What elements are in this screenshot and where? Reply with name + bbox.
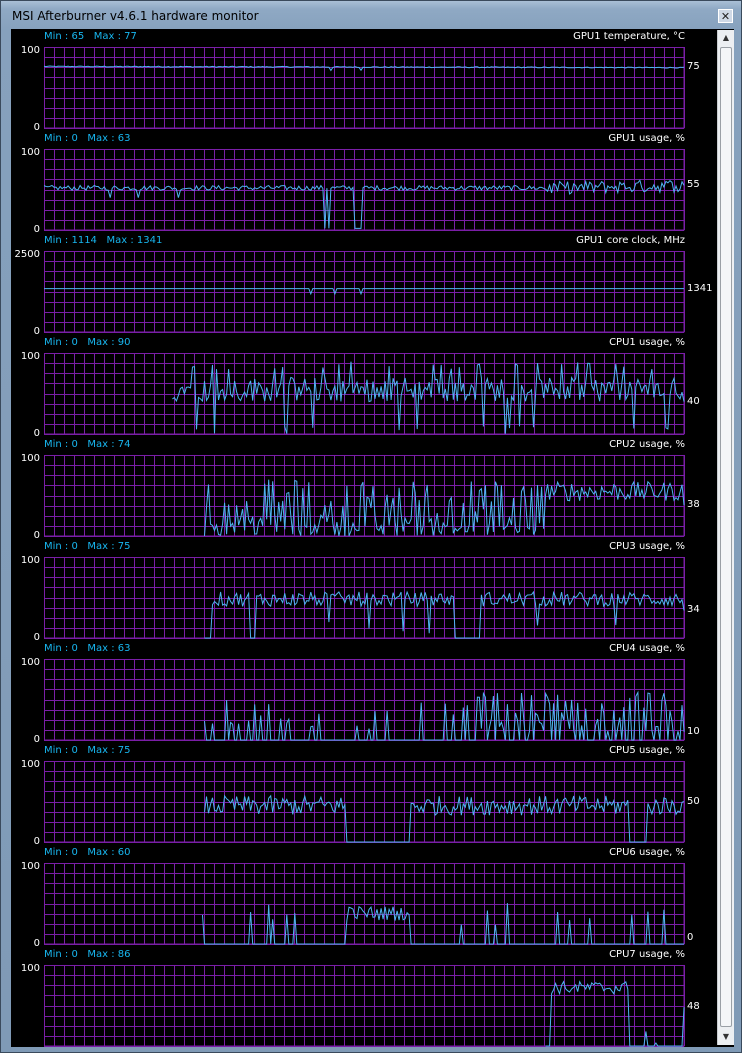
graph-min-max-label: Min : 0 Max : 86 (44, 949, 131, 960)
graph-y-max-label: 100 (20, 657, 40, 668)
graph-max-value: Max : 86 (87, 949, 131, 960)
graph-min-max-label: Min : 0 Max : 75 (44, 745, 131, 756)
graph-panel[interactable]: Min : 0 Max : 86CPU7 usage, %100048 (11, 948, 716, 1047)
graph-plot (44, 251, 685, 333)
graph-max-value: Max : 63 (87, 643, 131, 654)
monitor-client-area: Min : 65 Max : 77 GPU1 temperature, °C 100… (11, 29, 734, 1047)
graph-current-value: 55 (687, 179, 700, 191)
graph-min-value: Min : 0 (44, 847, 78, 858)
graph-current-value: 40 (687, 395, 700, 407)
graph-min-max-label: Min : 65 Max : 77 (44, 31, 137, 42)
graph-plot (44, 455, 685, 537)
title-bar[interactable]: MSI Afterburner v4.6.1 hardware monitor … (1, 1, 741, 29)
graph-title: CPU1 usage, % (609, 337, 685, 348)
graph-y-max-label: 100 (20, 351, 40, 362)
graph-title: CPU6 usage, % (609, 847, 685, 858)
graph-y-max-label: 100 (20, 45, 40, 56)
graph-panel[interactable]: Min : 0 Max : 75 CPU5 usage, % 100 0 50 (11, 744, 716, 847)
graph-y-max-label: 100 (20, 147, 40, 158)
graph-plot (44, 353, 685, 435)
graph-current-value: 10 (687, 725, 700, 737)
graph-max-value: Max : 90 (87, 337, 131, 348)
scroll-down-arrow-icon[interactable]: ▼ (720, 1030, 732, 1044)
graph-y-max-label: 2500 (14, 249, 40, 260)
graph-min-max-label: Min : 0 Max : 74 (44, 439, 131, 450)
graph-current-value: 38 (687, 499, 700, 511)
graph-current-value: 75 (687, 61, 700, 73)
graph-title: GPU1 usage, % (608, 133, 685, 144)
graph-y-max-label: 100 (20, 861, 40, 872)
graph-y-max-label: 100 (20, 453, 40, 464)
graph-min-max-label: Min : 0 Max : 75 (44, 541, 131, 552)
graph-min-value: Min : 0 (44, 643, 78, 654)
graph-current-value: 48 (687, 1001, 700, 1013)
graph-plot (44, 659, 685, 741)
graph-min-value: Min : 1114 (44, 235, 97, 246)
graph-panel[interactable]: Min : 65 Max : 77 GPU1 temperature, °C 100… (11, 30, 716, 133)
graph-panel[interactable]: Min : 0 Max : 90 CPU1 usage, % 100 0 40 (11, 336, 716, 439)
graph-plot (44, 761, 685, 843)
graph-title: CPU5 usage, % (609, 745, 685, 756)
graph-max-value: Max : 63 (87, 133, 131, 144)
vertical-scrollbar[interactable]: ▲ ▼ (717, 30, 734, 1045)
graph-max-value: Max : 60 (87, 847, 131, 858)
graph-plot (44, 47, 685, 129)
graph-min-max-label: Min : 0 Max : 63 (44, 643, 131, 654)
close-icon: ✕ (720, 10, 731, 23)
close-button[interactable]: ✕ (718, 9, 733, 23)
graph-panel[interactable]: Min : 0 Max : 60 CPU6 usage, % 100 0 0 (11, 846, 716, 949)
graph-panel[interactable]: Min : 0 Max : 63 GPU1 usage, % 100 0 55 (11, 132, 716, 235)
graph-panel[interactable]: Min : 0 Max : 63 CPU4 usage, % 100 0 10 (11, 642, 716, 745)
graph-current-value: 34 (687, 604, 700, 616)
graph-max-value: Max : 75 (87, 541, 131, 552)
graph-title: GPU1 temperature, °C (573, 31, 685, 42)
graph-min-value: Min : 0 (44, 745, 78, 756)
window-title: MSI Afterburner v4.6.1 hardware monitor (12, 9, 259, 23)
graph-y-max-label: 100 (20, 963, 40, 974)
graph-min-max-label: Min : 0 Max : 90 (44, 337, 131, 348)
graph-max-value: Max : 1341 (106, 235, 163, 246)
graph-plot (44, 863, 685, 945)
graph-y-max-label: 100 (20, 759, 40, 770)
graph-max-value: Max : 75 (87, 745, 131, 756)
graph-min-value: Min : 65 (44, 31, 85, 42)
graph-max-value: Max : 74 (87, 439, 131, 450)
graph-current-value: 1341 (687, 282, 713, 294)
scroll-thumb[interactable] (720, 47, 732, 1027)
graph-min-value: Min : 0 (44, 949, 78, 960)
graph-y-max-label: 100 (20, 555, 40, 566)
graph-min-value: Min : 0 (44, 337, 78, 348)
graph-panel[interactable]: Min : 0 Max : 75 CPU3 usage, % 100 0 34 (11, 540, 716, 643)
graph-title: CPU4 usage, % (609, 643, 685, 654)
scroll-up-arrow-icon[interactable]: ▲ (720, 31, 732, 45)
graph-min-max-label: Min : 0 Max : 63 (44, 133, 131, 144)
graph-current-value: 0 (687, 932, 694, 943)
graph-min-value: Min : 0 (44, 133, 78, 144)
graph-title: CPU3 usage, % (609, 541, 685, 552)
graph-min-max-label: Min : 0 Max : 60 (44, 847, 131, 858)
graph-min-value: Min : 0 (44, 439, 78, 450)
graph-plot (44, 149, 685, 231)
graph-max-value: Max : 77 (93, 31, 137, 42)
graph-panel[interactable]: Min : 1114 Max : 1341 GPU1 core clock, MH… (11, 234, 716, 337)
graph-panel[interactable]: Min : 0 Max : 74 CPU2 usage, % 100 0 38 (11, 438, 716, 541)
graph-min-value: Min : 0 (44, 541, 78, 552)
hardware-monitor-window: MSI Afterburner v4.6.1 hardware monitor … (0, 0, 742, 1053)
graph-title: GPU1 core clock, MHz (576, 235, 685, 246)
graph-plot (44, 557, 685, 639)
graph-current-value: 50 (687, 795, 700, 807)
graph-list[interactable]: Min : 65 Max : 77 GPU1 temperature, °C 100… (11, 29, 716, 1047)
graph-title: CPU7 usage, % (609, 949, 685, 960)
graph-title: CPU2 usage, % (609, 439, 685, 450)
graph-min-max-label: Min : 1114 Max : 1341 (44, 235, 162, 246)
graph-plot (44, 965, 685, 1047)
